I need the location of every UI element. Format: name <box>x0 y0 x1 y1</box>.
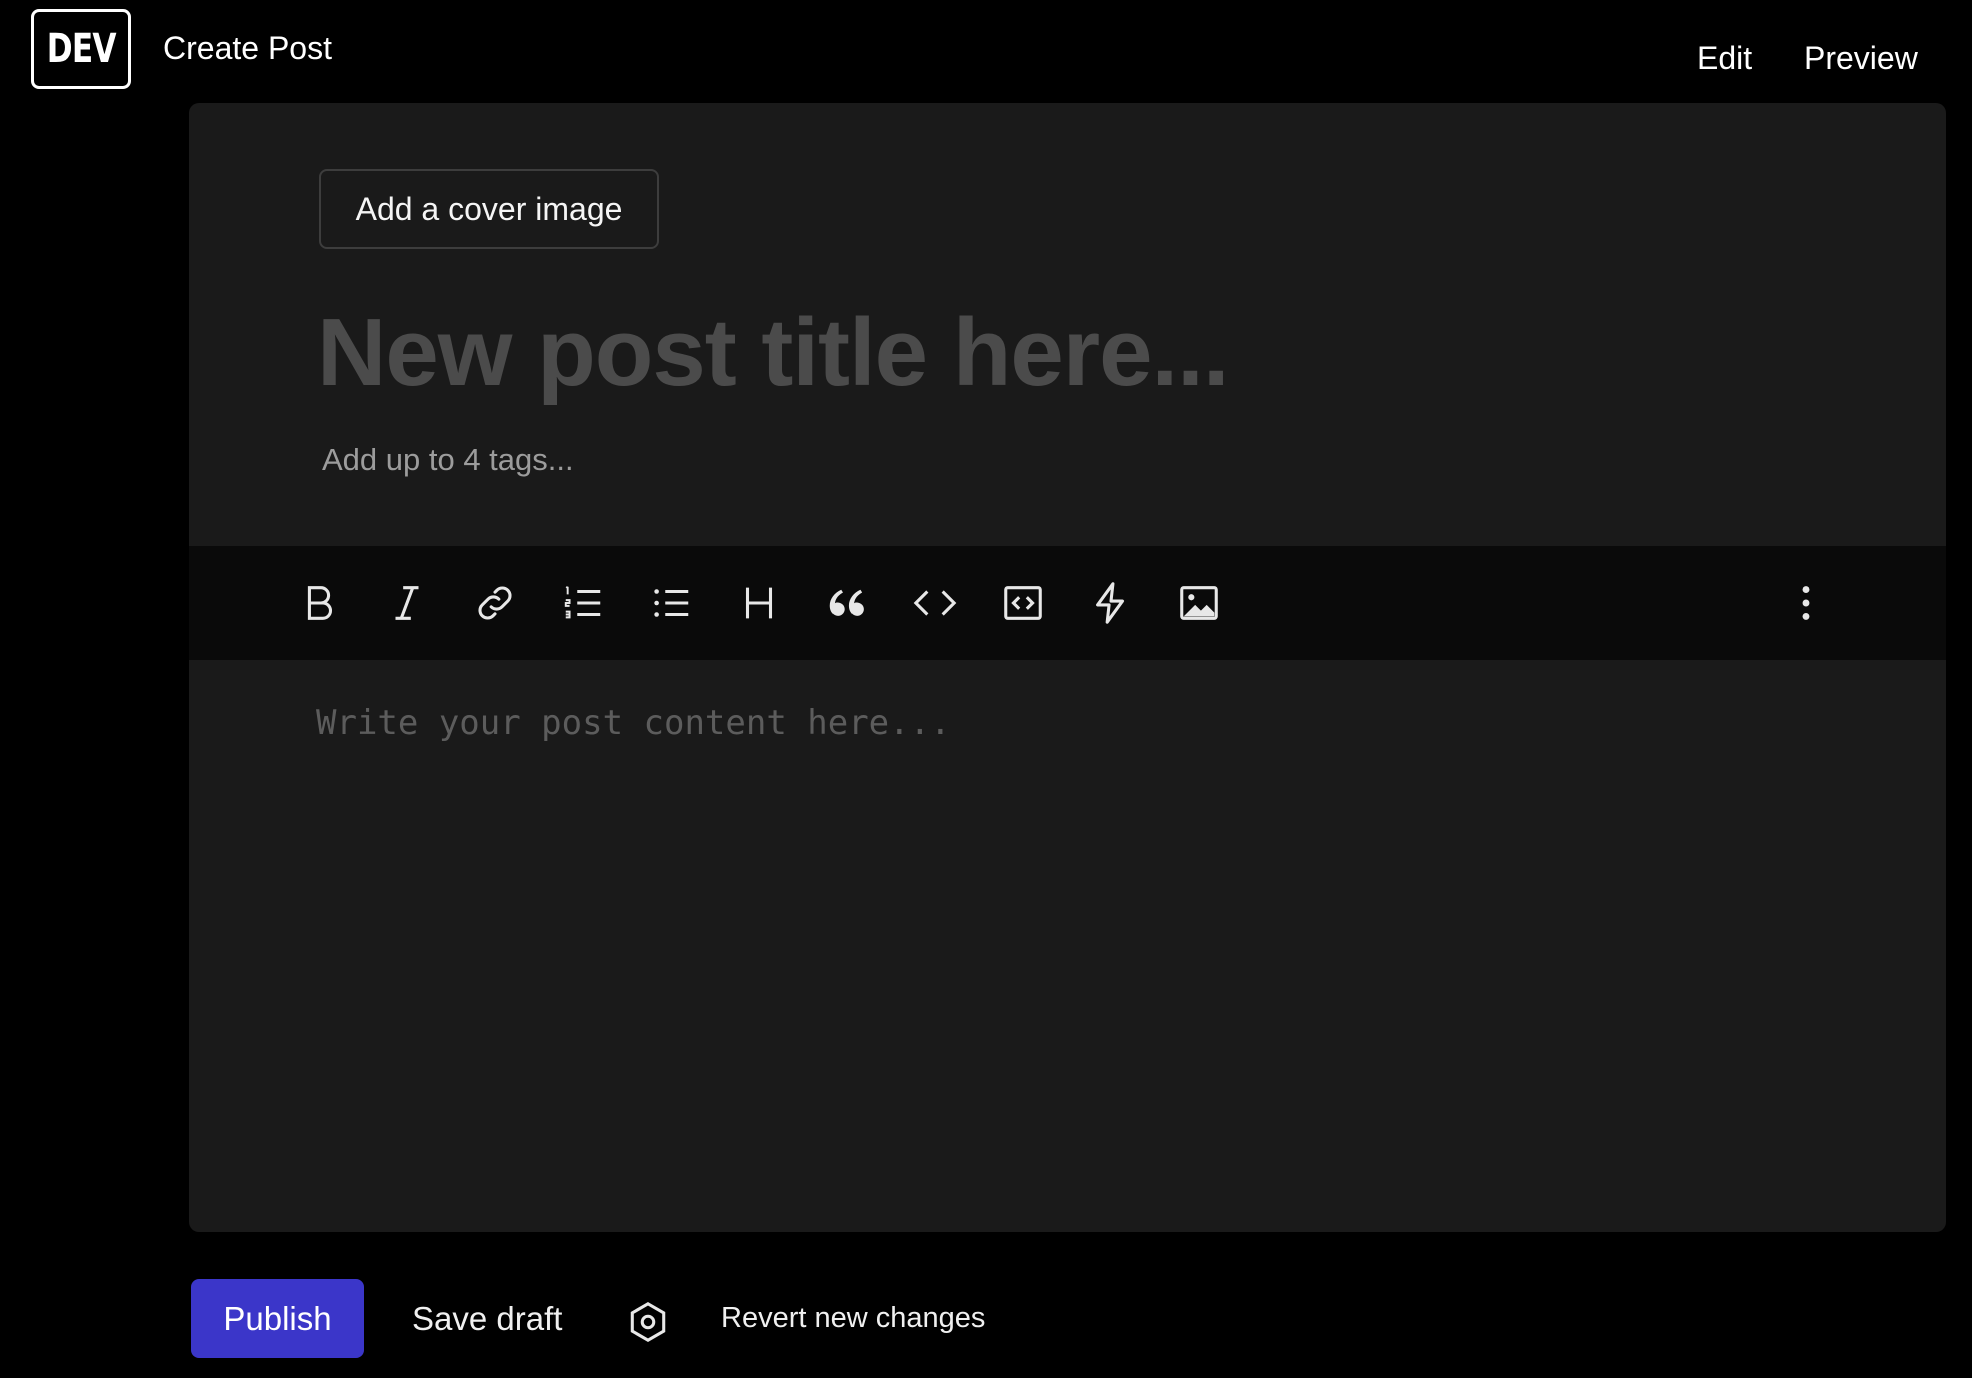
post-body-textarea[interactable] <box>316 700 1816 1200</box>
bold-icon <box>307 586 332 620</box>
logo-text: DEV <box>46 26 116 72</box>
unordered-list-icon <box>654 589 689 617</box>
image-icon <box>1180 586 1218 620</box>
code-icon <box>913 590 957 616</box>
dev-logo[interactable]: DEV <box>31 9 131 89</box>
settings-hexagon-icon <box>630 1302 666 1342</box>
bottom-action-bar: Publish Save draft Revert new changes <box>0 1260 1972 1378</box>
code-block-icon <box>1004 586 1042 620</box>
embed-lightning-icon <box>1096 582 1125 624</box>
editor-card: Add a cover image <box>189 103 1946 1232</box>
more-options-icon <box>1802 586 1810 620</box>
formatting-toolbar <box>189 546 1946 660</box>
link-button[interactable] <box>463 571 527 635</box>
tags-input[interactable] <box>322 430 1022 490</box>
more-options-button[interactable] <box>1774 571 1838 635</box>
save-draft-button[interactable]: Save draft <box>392 1279 582 1358</box>
ordered-list-button[interactable] <box>551 571 615 635</box>
italic-icon <box>395 586 419 620</box>
ordered-list-icon <box>564 586 601 619</box>
heading-button[interactable] <box>727 571 791 635</box>
code-button[interactable] <box>903 571 967 635</box>
top-bar: DEV Create Post Edit Preview <box>0 0 1972 100</box>
add-cover-image-button[interactable]: Add a cover image <box>319 169 659 249</box>
unordered-list-button[interactable] <box>639 571 703 635</box>
tab-edit[interactable]: Edit <box>1697 40 1752 77</box>
quote-button[interactable] <box>815 571 879 635</box>
heading-icon <box>745 587 773 619</box>
page-title: Create Post <box>163 30 332 66</box>
post-settings-button[interactable] <box>618 1292 678 1352</box>
publish-button[interactable]: Publish <box>191 1279 364 1358</box>
code-block-button[interactable] <box>991 571 1055 635</box>
quote-icon <box>829 589 864 616</box>
image-button[interactable] <box>1167 571 1231 635</box>
bold-button[interactable] <box>287 571 351 635</box>
italic-button[interactable] <box>375 571 439 635</box>
link-icon <box>478 586 512 620</box>
post-title-input[interactable] <box>317 288 1767 418</box>
revert-changes-button[interactable]: Revert new changes <box>706 1279 1000 1358</box>
tab-preview[interactable]: Preview <box>1804 40 1918 77</box>
embed-button[interactable] <box>1079 571 1143 635</box>
